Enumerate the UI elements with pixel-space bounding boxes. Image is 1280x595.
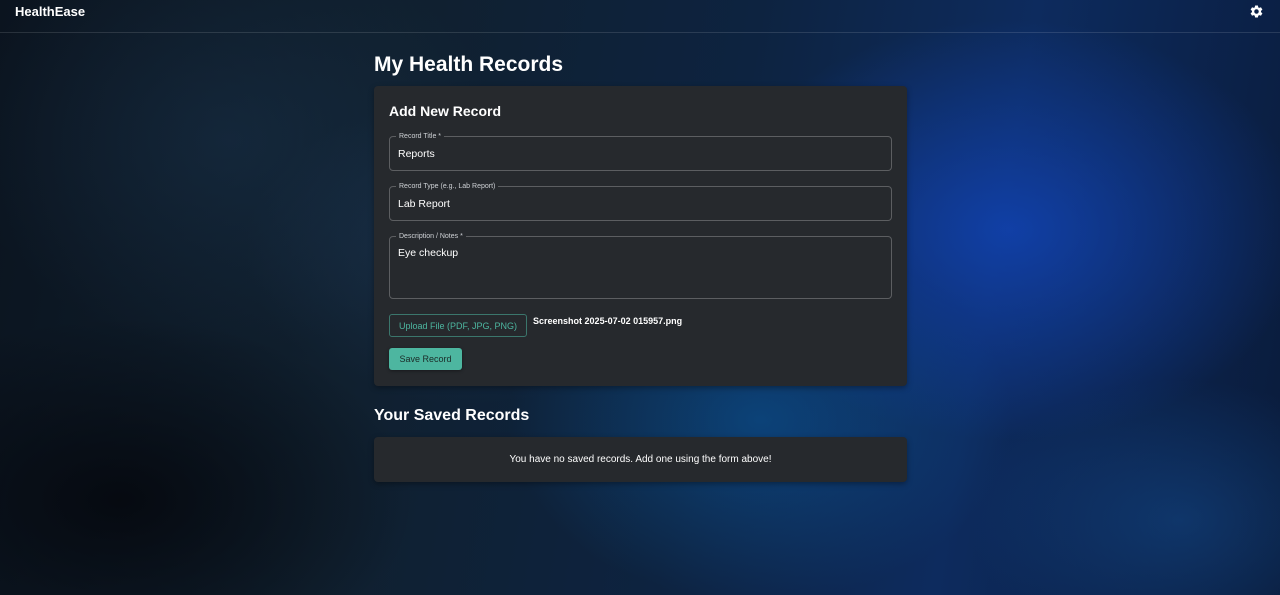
save-record-button[interactable]: Save Record bbox=[389, 348, 462, 370]
settings-button[interactable] bbox=[1248, 3, 1264, 19]
add-record-card: Add New Record Record Title * Reports Re… bbox=[374, 86, 907, 386]
record-type-label: Record Type (e.g., Lab Report) bbox=[396, 182, 499, 191]
main-content: My Health Records Add New Record Record … bbox=[374, 52, 907, 482]
selected-file-name: Screenshot 2025-07-02 015957.png bbox=[533, 316, 683, 326]
record-type-value[interactable]: Lab Report bbox=[398, 198, 450, 210]
saved-records-title: Your Saved Records bbox=[374, 407, 530, 424]
record-title-value[interactable]: Reports bbox=[398, 148, 435, 160]
record-type-field[interactable]: Record Type (e.g., Lab Report) Lab Repor… bbox=[389, 182, 892, 221]
description-field[interactable]: Description / Notes * Eye checkup bbox=[389, 232, 892, 299]
description-label: Description / Notes * bbox=[396, 232, 466, 241]
record-title-label: Record Title * bbox=[396, 132, 445, 141]
top-bar: HealthEase bbox=[0, 0, 1280, 33]
gear-icon bbox=[1250, 4, 1262, 18]
add-record-title: Add New Record bbox=[389, 103, 502, 119]
record-title-field[interactable]: Record Title * Reports bbox=[389, 132, 892, 171]
upload-row: Upload File (PDF, JPG, PNG) Screenshot 2… bbox=[389, 314, 892, 337]
upload-file-button[interactable]: Upload File (PDF, JPG, PNG) bbox=[389, 314, 528, 337]
description-value[interactable]: Eye checkup bbox=[398, 247, 458, 259]
empty-state-message: You have no saved records. Add one using… bbox=[509, 454, 772, 465]
saved-records-empty-state: You have no saved records. Add one using… bbox=[374, 437, 907, 482]
app-brand[interactable]: HealthEase bbox=[15, 4, 85, 19]
page-title: My Health Records bbox=[374, 53, 564, 76]
